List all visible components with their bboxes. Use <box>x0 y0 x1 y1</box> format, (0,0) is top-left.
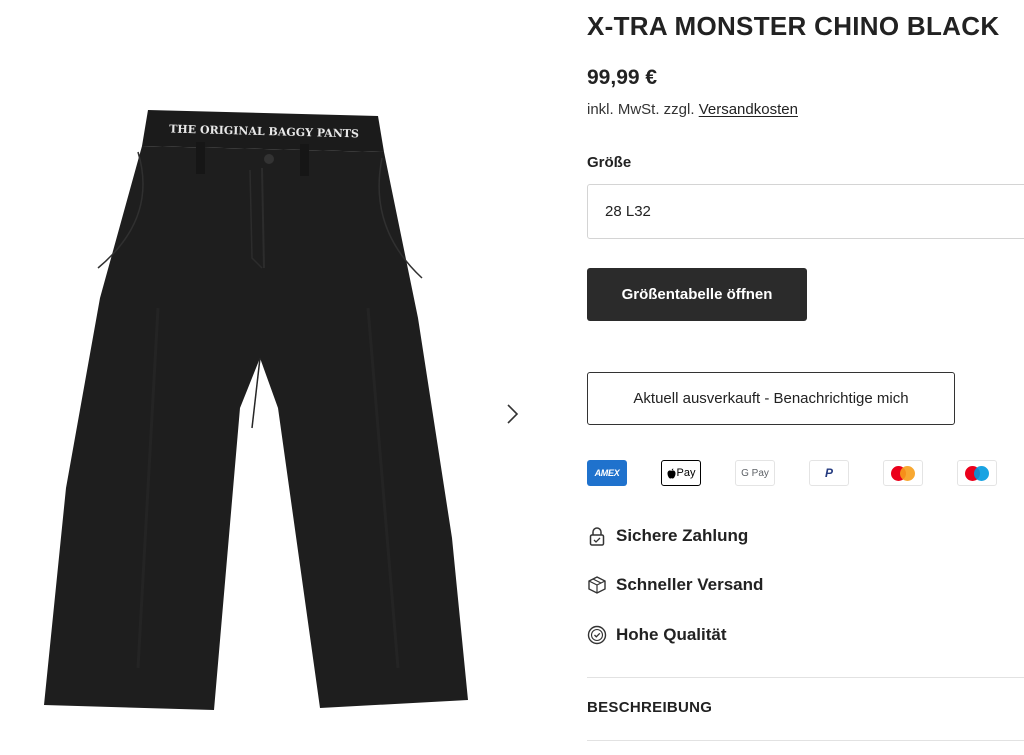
description-accordion-toggle[interactable]: BESCHREIBUNG <box>587 699 712 716</box>
chevron-right-icon <box>507 404 519 424</box>
payment-methods: AMEX Pay G Pay P <box>587 460 1024 488</box>
quality-badge-icon <box>587 625 607 645</box>
feature-secure-payment: Sichere Zahlung <box>587 524 748 548</box>
size-select[interactable]: 28 L32 <box>587 184 1024 239</box>
amex-label: AMEX <box>594 468 620 478</box>
product-gallery: THE ORIGINAL BAGGY PANTS <box>0 0 560 755</box>
product-info: X-TRA MONSTER CHINO BLACK 99,99 € inkl. … <box>587 0 1024 755</box>
size-selected-value: 28 L32 <box>605 203 651 220</box>
size-chart-button[interactable]: Größentabelle öffnen <box>587 268 807 321</box>
shipping-costs-link[interactable]: Versandkosten <box>699 101 798 118</box>
feature-high-quality: Hohe Qualität <box>587 623 727 647</box>
apple-pay-icon: Pay <box>661 460 701 486</box>
maestro-icon <box>957 460 997 486</box>
apple-logo-icon <box>667 468 676 478</box>
next-image-arrow[interactable] <box>498 397 526 431</box>
paypal-icon: P <box>809 460 849 486</box>
product-title: X-TRA MONSTER CHINO BLACK <box>587 11 1000 41</box>
mastercard-icon <box>883 460 923 486</box>
feature-label: Hohe Qualität <box>616 625 727 644</box>
product-price: 99,99 € <box>587 66 658 89</box>
american-express-icon: AMEX <box>587 460 627 486</box>
box-icon <box>587 575 607 595</box>
feature-label: Schneller Versand <box>616 575 764 594</box>
notify-button[interactable]: Aktuell ausverkauft - Benachrichtige mic… <box>587 372 955 425</box>
google-pay-icon: G Pay <box>735 460 775 486</box>
lock-icon <box>587 526 607 546</box>
tax-note-text: inkl. MwSt. zzgl. <box>587 101 695 118</box>
paypal-label: P <box>824 466 833 480</box>
feature-fast-shipping: Schneller Versand <box>587 573 763 597</box>
divider <box>587 677 1024 678</box>
feature-label: Sichere Zahlung <box>616 526 749 545</box>
size-label: Größe <box>587 154 632 171</box>
google-pay-label: G Pay <box>741 467 769 479</box>
divider <box>587 740 1024 741</box>
product-image: THE ORIGINAL BAGGY PANTS <box>44 110 468 710</box>
tax-note: inkl. MwSt. zzgl. Versandkosten <box>587 101 798 118</box>
apple-pay-label: Pay <box>676 467 696 479</box>
